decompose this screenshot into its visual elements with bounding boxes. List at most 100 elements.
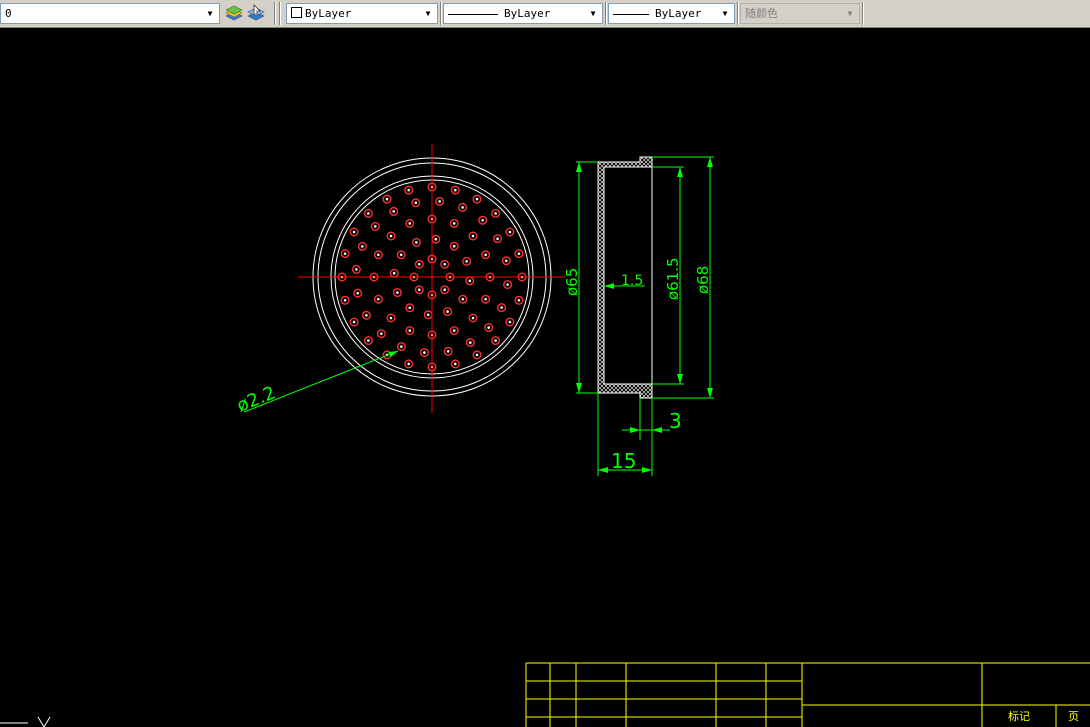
ucs-icon [0,716,51,727]
hole-center-mark [494,212,497,215]
chevron-down-icon: ▼ [847,9,853,18]
plotstyle-dropdown: 随颜色 ▼ [740,3,860,24]
toolbar-separator [862,2,864,25]
hole-center-mark [418,288,421,292]
hole-center-mark [484,253,487,257]
linetype-dropdown[interactable]: ByLayer ▼ [443,3,603,24]
hole-center-mark [471,316,475,320]
layer-states-icon[interactable] [224,4,244,24]
hole-center-mark [355,268,358,271]
hole-center-mark [443,263,447,266]
hole-center-mark [446,310,449,313]
hole-center-mark [423,351,426,354]
hole-center-mark [407,362,411,366]
hole-center-mark [468,279,472,283]
hole-center-mark [481,219,484,222]
hole-center-mark [356,291,360,295]
title-block-page: 页 [1068,710,1079,723]
hole-center-mark [494,339,497,342]
hole-center-mark [452,222,456,225]
hole-center-mark [374,225,377,228]
dimension-arrows [576,157,713,473]
hole-center-mark [343,252,347,255]
hole-center-mark [385,197,389,201]
hole-center-mark [461,206,464,209]
hole-center-mark [400,345,403,348]
hole-center-mark [465,260,468,263]
hole-center-mark [461,297,465,301]
hole-center-mark [343,299,347,302]
lip-label: 3 [669,409,682,433]
hole-dia-label: ø2.2 [234,382,279,416]
hole-center-mark [508,230,512,234]
title-block-mark: 标记 [1008,709,1030,723]
properties-toolbar: 0 ▼ ByLayer ▼ ByLayer ▼ ByLayer ▼ 随颜色 ▼ [0,0,1090,28]
drawing-canvas[interactable]: ø2.2 ø65 1.5 ø61.5 ø68 3 15 标记 页 [0,28,1090,727]
hole-center-mark [471,234,475,238]
hole-center-mark [392,271,396,275]
title-block-text: 标记 页 [1008,709,1079,723]
bore-dia-label: ø61.5 [664,257,682,300]
hole-center-mark [446,350,450,353]
dimension-labels: ø65 1.5 ø61.5 ø68 3 15 [563,257,712,473]
toolbar-separator [279,2,281,25]
hole-center-mark [426,313,430,317]
hole-center-mark [452,329,456,332]
title-block [525,662,1090,727]
hole-center-mark [352,230,356,234]
hole-center-mark [506,283,509,286]
hole-center-mark [389,234,393,238]
wall-label: 1.5 [621,273,643,289]
toolbar-separator [440,2,442,25]
color-swatch-icon [291,7,302,18]
hole-center-mark [418,263,421,266]
lineweight-dropdown[interactable]: ByLayer ▼ [608,3,735,24]
linetype-sample [448,13,498,15]
color-dropdown[interactable]: ByLayer ▼ [286,3,438,24]
hole-center-mark [408,222,412,225]
hole-center-mark [438,200,441,203]
depth-label: 15 [611,449,636,473]
hole-center-mark [414,201,418,204]
hole-center-mark [469,341,472,344]
hole-center-mark [408,329,412,332]
hole-center-mark [377,297,380,301]
hole-center-mark [496,237,499,240]
color-value: ByLayer [305,7,352,20]
inner-dia-label: ø65 [563,268,581,296]
layer-dropdown[interactable]: 0 ▼ [0,3,220,24]
hole-center-mark [454,188,457,192]
hole-diameter-dimension: ø2.2 [234,350,399,417]
hole-center-mark [454,362,457,366]
hole-center-mark [367,339,370,342]
hole-center-mark [377,253,380,257]
hole-center-mark [517,252,521,255]
hole-center-mark [361,245,364,248]
hole-center-mark [367,212,370,215]
layer-value: 0 [5,7,12,20]
hole-center-mark [396,291,399,294]
hole-center-mark [452,244,456,248]
hole-center-mark [399,253,403,257]
hole-center-mark [392,210,396,213]
chevron-down-icon: ▼ [207,9,213,18]
plotstyle-value: 随颜色 [745,7,778,20]
hole-center-mark [415,241,418,244]
arrowhead [388,351,398,357]
hole-center-mark [352,320,356,324]
chevron-down-icon: ▼ [590,9,596,18]
outer-dia-label: ø68 [694,266,712,294]
hole-center-mark [487,326,491,329]
hole-center-mark [408,306,412,310]
hole-center-mark [475,197,479,201]
make-object-layer-current-icon[interactable] [246,4,266,24]
hole-center-mark [389,316,393,320]
hole-center-mark [517,299,521,302]
linetype-value: ByLayer [504,7,551,20]
chevron-down-icon: ▼ [722,9,728,18]
toolbar-separator [737,2,739,25]
section-dimensions [576,156,714,476]
toolbar-separator [274,2,276,25]
hole-center-mark [434,237,438,241]
hole-center-mark [505,259,508,263]
